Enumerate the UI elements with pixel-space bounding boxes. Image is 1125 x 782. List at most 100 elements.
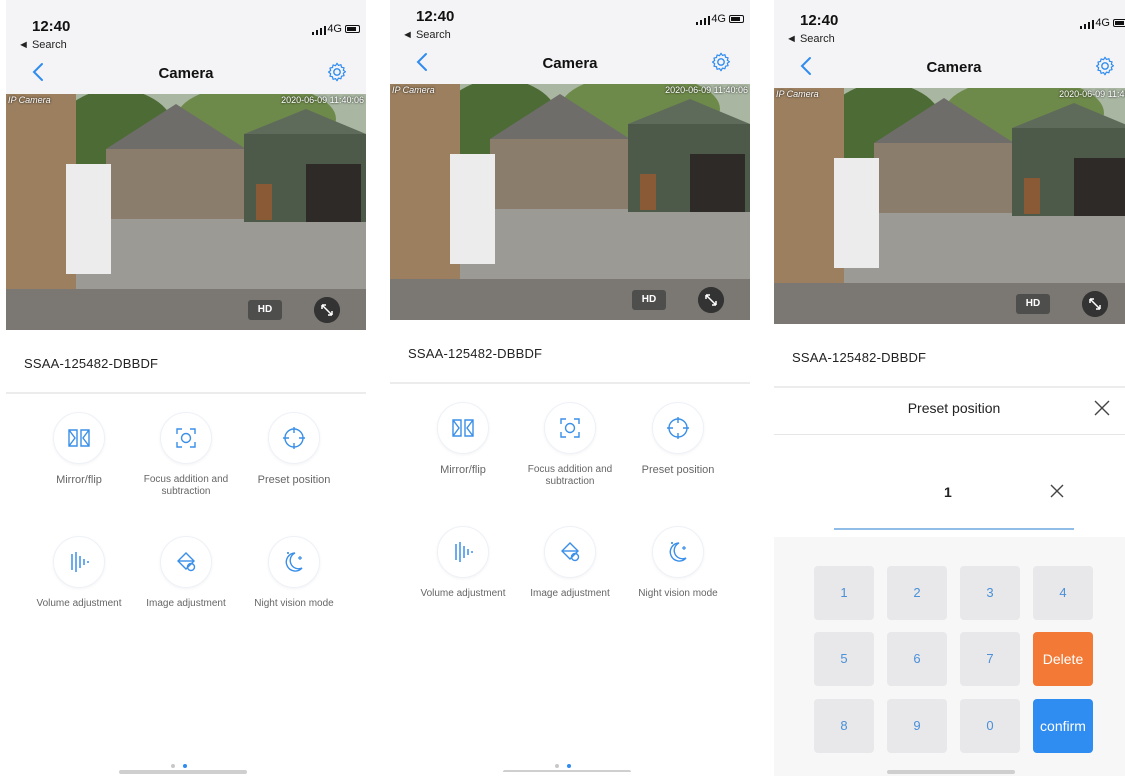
status-bar: 12:40 ◄ Search 4G	[774, 0, 1125, 46]
tool-label: Night vision mode	[638, 588, 718, 599]
divider	[774, 434, 1125, 435]
tool-label: Focus addition and subtraction	[143, 474, 229, 497]
tool-focus[interactable]: Focus addition and subtraction	[515, 402, 625, 488]
video-timestamp: 2020-06-09 11:40:06	[665, 85, 748, 95]
hd-button[interactable]: HD	[248, 300, 282, 320]
device-id: SSAA-125482-DBBDF	[792, 350, 927, 365]
crosshair-icon	[283, 427, 305, 449]
phone-screen-3: 12:40 ◄ Search 4G Camera IP Camera 2020-…	[774, 0, 1125, 776]
focus-icon	[560, 418, 580, 438]
key-2[interactable]: 2	[887, 566, 947, 620]
volume-icon	[71, 552, 89, 572]
camera-label: IP Camera	[8, 95, 51, 105]
status-bar: 12:40 ◄ Search 4G	[6, 0, 366, 52]
hd-button[interactable]: HD	[632, 290, 666, 310]
device-id: SSAA-125482-DBBDF	[24, 356, 159, 371]
volume-icon	[455, 542, 473, 562]
camera-scene-image	[6, 94, 366, 330]
image-adjust-icon	[561, 542, 580, 562]
phone-screen-2: 12:40 ◄ Search 4G Camera IP Camera 2020-…	[390, 0, 750, 772]
divider	[6, 392, 366, 394]
nav-bar: Camera	[390, 42, 750, 84]
network-type: 4G	[1095, 17, 1110, 29]
key-8[interactable]: 8	[814, 699, 874, 753]
fullscreen-icon[interactable]	[1082, 291, 1108, 317]
close-icon[interactable]	[1092, 398, 1112, 418]
camera-label: IP Camera	[776, 89, 819, 99]
night-vision-icon	[669, 542, 687, 562]
key-5[interactable]: 5	[814, 632, 874, 686]
input-underline	[834, 528, 1074, 530]
back-to-search-link[interactable]: ◄ Search	[18, 39, 67, 51]
page-title: Camera	[158, 65, 214, 82]
preset-number-input[interactable]: 1	[944, 484, 952, 500]
fullscreen-icon[interactable]	[314, 297, 340, 323]
video-timestamp: 2020-06-09 11:40:06	[281, 95, 364, 105]
home-indicator	[503, 770, 631, 772]
signal-icon	[1079, 19, 1094, 29]
tool-image-adjust[interactable]: Image adjustment	[515, 526, 625, 600]
key-3[interactable]: 3	[960, 566, 1020, 620]
tool-mirror-flip[interactable]: Mirror/flip	[408, 402, 518, 476]
tool-label: Image adjustment	[146, 598, 226, 609]
key-1[interactable]: 1	[814, 566, 874, 620]
tool-label: Preset position	[641, 464, 715, 476]
tool-label: Mirror/flip	[56, 474, 102, 486]
key-7[interactable]: 7	[960, 632, 1020, 686]
back-to-search-link[interactable]: ◄ Search	[786, 33, 835, 45]
device-id: SSAA-125482-DBBDF	[408, 346, 543, 361]
preset-panel-title: Preset position	[907, 400, 1001, 416]
key-6[interactable]: 6	[887, 632, 947, 686]
camera-scene-image	[774, 88, 1125, 324]
gear-icon[interactable]	[1094, 55, 1116, 77]
divider	[774, 386, 1125, 388]
focus-icon	[176, 428, 196, 448]
clear-input-icon[interactable]	[1048, 482, 1066, 500]
tool-preset-position[interactable]: Preset position	[239, 412, 349, 486]
tool-label: Volume adjustment	[420, 588, 506, 599]
key-0[interactable]: 0	[960, 699, 1020, 753]
home-indicator	[887, 770, 1015, 774]
status-bar: 12:40 ◄ Search 4G	[390, 0, 750, 42]
camera-video-feed[interactable]: IP Camera 2020-06-09 11:40: HD	[774, 88, 1125, 324]
delete-button[interactable]: Delete	[1033, 632, 1093, 686]
tool-label: Night vision mode	[254, 598, 334, 609]
page-title: Camera	[926, 59, 982, 76]
status-time: 12:40	[32, 18, 71, 35]
battery-icon	[345, 25, 360, 33]
divider	[390, 382, 750, 384]
tool-label: Preset position	[257, 474, 331, 486]
nav-bar: Camera	[774, 46, 1125, 88]
tool-volume[interactable]: Volume adjustment	[24, 536, 134, 610]
signal-icon	[311, 25, 326, 35]
home-indicator	[119, 770, 247, 774]
tool-label: Volume adjustment	[36, 598, 122, 609]
mirror-flip-icon	[68, 429, 90, 447]
tool-focus[interactable]: Focus addition and subtraction	[131, 412, 241, 498]
fullscreen-icon[interactable]	[698, 287, 724, 313]
tool-image-adjust[interactable]: Image adjustment	[131, 536, 241, 610]
crosshair-icon	[667, 417, 689, 439]
page-indicator	[555, 764, 571, 768]
network-type: 4G	[327, 23, 342, 35]
tool-preset-position[interactable]: Preset position	[623, 402, 733, 476]
gear-icon[interactable]	[710, 51, 732, 73]
tool-label: Focus addition and subtraction	[527, 464, 613, 487]
tool-volume[interactable]: Volume adjustment	[408, 526, 518, 600]
gear-icon[interactable]	[326, 61, 348, 83]
camera-label: IP Camera	[392, 85, 435, 95]
camera-video-feed[interactable]: IP Camera 2020-06-09 11:40:06 HD	[390, 84, 750, 320]
key-4[interactable]: 4	[1033, 566, 1093, 620]
tool-night-vision[interactable]: Night vision mode	[239, 536, 349, 610]
tool-night-vision[interactable]: Night vision mode	[623, 526, 733, 600]
camera-video-feed[interactable]: IP Camera 2020-06-09 11:40:06 HD	[6, 94, 366, 330]
battery-icon	[729, 15, 744, 23]
signal-icon	[695, 15, 710, 25]
hd-button[interactable]: HD	[1016, 294, 1050, 314]
confirm-button[interactable]: confirm	[1033, 699, 1093, 753]
tool-mirror-flip[interactable]: Mirror/flip	[24, 412, 134, 486]
key-9[interactable]: 9	[887, 699, 947, 753]
phone-screen-1: 12:40 ◄ Search 4G Camera IP Camera 2020-…	[6, 0, 366, 782]
mirror-flip-icon	[452, 419, 474, 437]
back-to-search-link[interactable]: ◄ Search	[402, 29, 451, 41]
